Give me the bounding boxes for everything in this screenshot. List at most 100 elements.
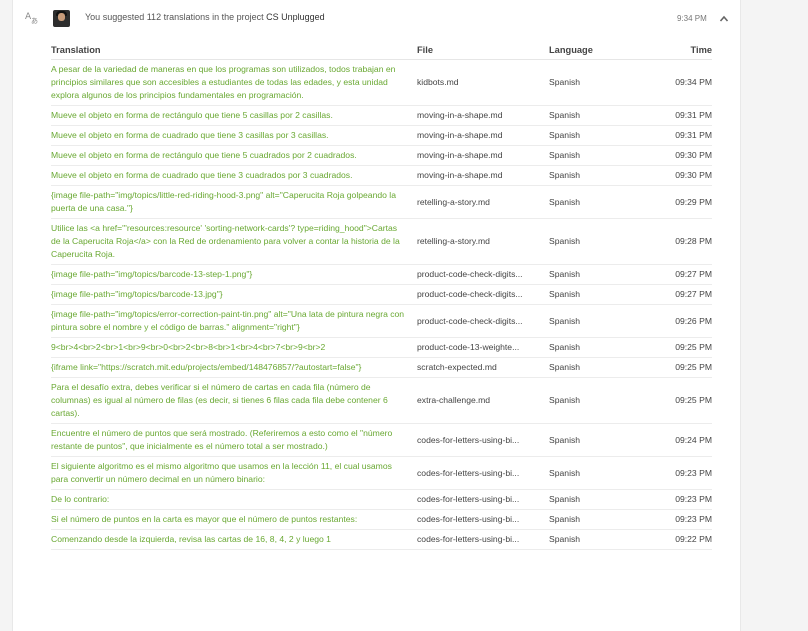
table-row: Comenzando desde la izquierda, revisa la… <box>51 529 712 550</box>
file-name[interactable]: product-code-check-digits... <box>417 264 549 285</box>
table-row: {image file-path="img/topics/little-red-… <box>51 185 712 219</box>
translation-text[interactable]: {image file-path="img/topics/little-red-… <box>51 185 417 219</box>
column-header-file: File <box>417 40 549 60</box>
file-name[interactable]: codes-for-letters-using-bi... <box>417 509 549 530</box>
language-name: Spanish <box>549 456 639 490</box>
file-name[interactable]: product-code-13-weighte... <box>417 337 549 358</box>
activity-summary: You suggested 112 translations in the pr… <box>85 12 325 22</box>
table-row: Si el número de puntos en la carta es ma… <box>51 509 712 530</box>
translation-text[interactable]: De lo contrario: <box>51 489 417 510</box>
table-row: {iframe link="https://scratch.mit.edu/pr… <box>51 357 712 378</box>
left-gutter <box>0 0 13 631</box>
file-name[interactable]: product-code-check-digits... <box>417 284 549 305</box>
row-time: 09:29 PM <box>639 185 712 219</box>
file-name[interactable]: codes-for-letters-using-bi... <box>417 423 549 457</box>
row-time: 09:31 PM <box>639 105 712 126</box>
translation-text[interactable]: {image file-path="img/topics/error-corre… <box>51 304 417 338</box>
translations-table: Translation File Language Time A pesar d… <box>51 40 712 550</box>
language-name: Spanish <box>549 105 639 126</box>
translation-text[interactable]: Mueve el objeto en forma de cuadrado que… <box>51 125 417 146</box>
translation-text[interactable]: El siguiente algoritmo es el mismo algor… <box>51 456 417 490</box>
language-name: Spanish <box>549 59 639 106</box>
translation-text[interactable]: Mueve el objeto en forma de cuadrado que… <box>51 165 417 186</box>
table-row: A pesar de la variedad de maneras en que… <box>51 59 712 106</box>
translation-text[interactable]: Encuentre el número de puntos que será m… <box>51 423 417 457</box>
file-name[interactable]: codes-for-letters-using-bi... <box>417 456 549 490</box>
language-name: Spanish <box>549 145 639 166</box>
file-name[interactable]: retelling-a-story.md <box>417 218 549 265</box>
file-name[interactable]: moving-in-a-shape.md <box>417 105 549 126</box>
summary-text: You suggested 112 translations in the pr… <box>85 12 264 22</box>
table-row: Mueve el objeto en forma de cuadrado que… <box>51 165 712 186</box>
file-name[interactable]: retelling-a-story.md <box>417 185 549 219</box>
row-time: 09:25 PM <box>639 377 712 424</box>
table-row: El siguiente algoritmo es el mismo algor… <box>51 456 712 490</box>
language-name: Spanish <box>549 529 639 550</box>
language-name: Spanish <box>549 185 639 219</box>
row-time: 09:23 PM <box>639 509 712 530</box>
file-name[interactable]: scratch-expected.md <box>417 357 549 378</box>
translation-text[interactable]: Si el número de puntos en la carta es ma… <box>51 509 417 530</box>
language-name: Spanish <box>549 423 639 457</box>
row-time: 09:23 PM <box>639 489 712 510</box>
activity-header[interactable]: A あ You suggested 112 translations in th… <box>13 0 739 36</box>
language-name: Spanish <box>549 377 639 424</box>
file-name[interactable]: product-code-check-digits... <box>417 304 549 338</box>
language-name: Spanish <box>549 165 639 186</box>
translation-text[interactable]: {image file-path="img/topics/barcode-13-… <box>51 264 417 285</box>
translation-text[interactable]: Comenzando desde la izquierda, revisa la… <box>51 529 417 550</box>
table-row: {image file-path="img/topics/barcode-13.… <box>51 284 712 305</box>
activity-timestamp: 9:34 PM <box>677 14 707 23</box>
translation-text[interactable]: 9<br>4<br>2<br>1<br>9<br>0<br>2<br>8<br>… <box>51 337 417 358</box>
file-name[interactable]: extra-challenge.md <box>417 377 549 424</box>
activity-card: A あ You suggested 112 translations in th… <box>13 0 739 631</box>
row-time: 09:26 PM <box>639 304 712 338</box>
project-link[interactable]: CS Unplugged <box>266 12 325 22</box>
table-header-row: Translation File Language Time <box>51 40 712 60</box>
row-time: 09:31 PM <box>639 125 712 146</box>
translation-text[interactable]: A pesar de la variedad de maneras en que… <box>51 59 417 106</box>
avatar[interactable] <box>53 10 70 27</box>
row-time: 09:25 PM <box>639 357 712 378</box>
translation-text[interactable]: Utilice las <a href="'resources:resource… <box>51 218 417 265</box>
page: A あ You suggested 112 translations in th… <box>0 0 808 631</box>
translation-text[interactable]: Mueve el objeto en forma de rectángulo q… <box>51 145 417 166</box>
translation-text[interactable]: {iframe link="https://scratch.mit.edu/pr… <box>51 357 417 378</box>
table-row: {image file-path="img/topics/barcode-13-… <box>51 264 712 285</box>
table-row: Utilice las <a href="'resources:resource… <box>51 218 712 265</box>
language-name: Spanish <box>549 357 639 378</box>
translation-text[interactable]: Mueve el objeto en forma de rectángulo q… <box>51 105 417 126</box>
chevron-up-icon[interactable] <box>719 11 729 22</box>
row-time: 09:23 PM <box>639 456 712 490</box>
file-name[interactable]: kidbots.md <box>417 59 549 106</box>
file-name[interactable]: codes-for-letters-using-bi... <box>417 529 549 550</box>
row-time: 09:24 PM <box>639 423 712 457</box>
language-name: Spanish <box>549 125 639 146</box>
row-time: 09:25 PM <box>639 337 712 358</box>
column-header-time: Time <box>639 40 712 60</box>
table-row: 9<br>4<br>2<br>1<br>9<br>0<br>2<br>8<br>… <box>51 337 712 358</box>
table-row: Mueve el objeto en forma de rectángulo q… <box>51 145 712 166</box>
language-name: Spanish <box>549 489 639 510</box>
language-name: Spanish <box>549 304 639 338</box>
column-header-translation: Translation <box>51 40 417 60</box>
svg-text:あ: あ <box>31 17 38 24</box>
translation-text[interactable]: Para el desafío extra, debes verificar s… <box>51 377 417 424</box>
language-name: Spanish <box>549 337 639 358</box>
file-name[interactable]: moving-in-a-shape.md <box>417 145 549 166</box>
language-name: Spanish <box>549 284 639 305</box>
table-row: Mueve el objeto en forma de cuadrado que… <box>51 125 712 146</box>
row-time: 09:34 PM <box>639 59 712 106</box>
file-name[interactable]: moving-in-a-shape.md <box>417 125 549 146</box>
language-name: Spanish <box>549 509 639 530</box>
language-name: Spanish <box>549 264 639 285</box>
file-name[interactable]: moving-in-a-shape.md <box>417 165 549 186</box>
column-header-language: Language <box>549 40 639 60</box>
row-time: 09:28 PM <box>639 218 712 265</box>
row-time: 09:22 PM <box>639 529 712 550</box>
table-row: Para el desafío extra, debes verificar s… <box>51 377 712 424</box>
translation-text[interactable]: {image file-path="img/topics/barcode-13.… <box>51 284 417 305</box>
table-row: Mueve el objeto en forma de rectángulo q… <box>51 105 712 126</box>
table-row: De lo contrario: codes-for-letters-using-… <box>51 489 712 510</box>
file-name[interactable]: codes-for-letters-using-bi... <box>417 489 549 510</box>
